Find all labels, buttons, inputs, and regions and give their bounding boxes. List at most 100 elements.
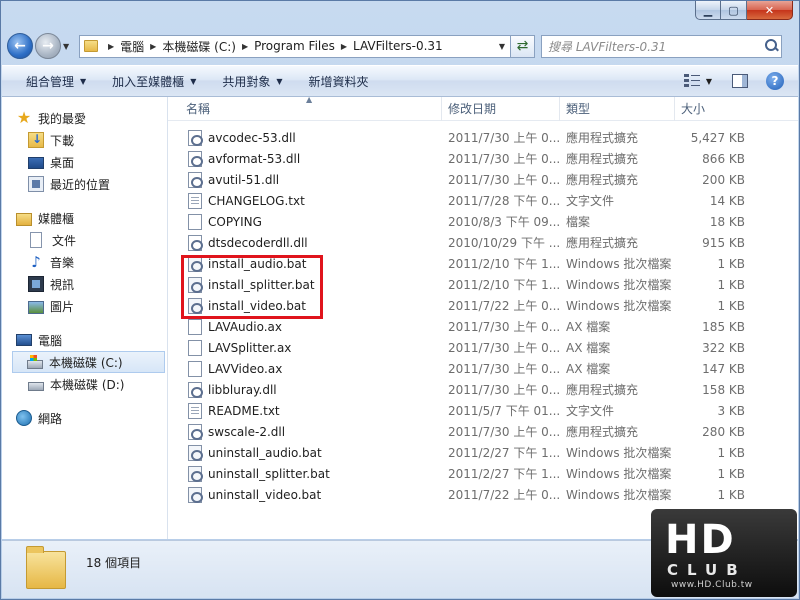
file-date: 2011/5/7 下午 01... xyxy=(448,404,560,418)
chevron-right-icon[interactable]: ▶ xyxy=(150,42,156,51)
close-button[interactable]: ✕ xyxy=(747,1,793,20)
share-with-button[interactable]: 共用對象 ▼ xyxy=(208,69,294,93)
file-row[interactable]: avcodec-53.dll 2011/7/30 上午 0... 應用程式擴充 5,4… xyxy=(168,127,798,148)
include-in-library-button[interactable]: 加入至媒體櫃 ▼ xyxy=(98,69,208,93)
back-button[interactable]: ← xyxy=(7,33,33,59)
file-row[interactable]: COPYING 2010/8/3 下午 09... 檔案 18 KB xyxy=(168,211,798,232)
file-row[interactable]: libbluray.dll 2011/7/30 上午 0... 應用程式擴充 158 … xyxy=(168,379,798,400)
file-row[interactable]: LAVSplitter.ax 2011/7/30 上午 0... AX 檔案 322 … xyxy=(168,337,798,358)
preview-pane-icon[interactable] xyxy=(732,74,748,88)
file-type: Windows 批次檔案 xyxy=(566,257,672,271)
nav-label: 視訊 xyxy=(50,277,75,292)
file-row[interactable]: uninstall_splitter.bat 2011/2/27 下午 1... W… xyxy=(168,463,798,484)
file-size: 18 KB xyxy=(709,214,745,229)
nav-item-desktop[interactable]: 桌面 xyxy=(2,151,167,173)
back-arrow-icon: ← xyxy=(14,38,26,54)
picture-icon xyxy=(28,300,44,314)
breadcrumb-drive-c[interactable]: 本機磁碟 (C:) xyxy=(162,38,236,55)
nav-label: 音樂 xyxy=(50,255,75,270)
column-header-date[interactable]: 修改日期 xyxy=(442,97,560,121)
file-row[interactable]: LAVAudio.ax 2011/7/30 上午 0... AX 檔案 185 KB xyxy=(168,316,798,337)
caption-buttons: ▁ ▢ ✕ xyxy=(695,1,793,21)
nav-label: 網路 xyxy=(38,411,63,426)
file-size: 280 KB xyxy=(702,424,745,439)
views-dropdown-icon[interactable]: ▼ xyxy=(706,77,712,86)
file-size: 147 KB xyxy=(702,361,745,376)
column-header-name[interactable]: ▲ 名稱 xyxy=(168,97,442,121)
hdclub-watermark: HD CLUB www.HD.Club.tw xyxy=(651,509,797,597)
nav-item-downloads[interactable]: 下載 xyxy=(2,129,167,151)
system-drive-icon xyxy=(27,355,43,369)
file-row[interactable]: avformat-53.dll 2011/7/30 上午 0... 應用程式擴充 86… xyxy=(168,148,798,169)
file-size: 1 KB xyxy=(717,298,745,313)
file-row[interactable]: avutil-51.dll 2011/7/30 上午 0... 應用程式擴充 200 … xyxy=(168,169,798,190)
nav-item-libraries[interactable]: 媒體櫃 xyxy=(2,207,167,229)
file-name: avutil-51.dll xyxy=(208,172,280,187)
address-dropdown-icon[interactable]: ▼ xyxy=(494,42,510,51)
nav-item-pictures[interactable]: 圖片 xyxy=(2,295,167,317)
chevron-right-icon[interactable]: ▶ xyxy=(108,42,114,51)
watermark-sub: CLUB xyxy=(667,561,747,579)
search-box[interactable]: 搜尋 LAVFilters-0.31 xyxy=(541,34,782,58)
file-row[interactable]: swscale-2.dll 2011/7/30 上午 0... 應用程式擴充 280 … xyxy=(168,421,798,442)
file-name: LAVVideo.ax xyxy=(208,361,283,376)
navigation-pane: ★ 我的最愛 下載 桌面 最近的位置 媒體櫃 文件 ♪ 音樂 視訊 圖片 電腦 本機… xyxy=(2,97,168,539)
generic-file-icon xyxy=(188,318,202,335)
nav-item-network[interactable]: 網路 xyxy=(2,407,167,429)
file-row[interactable]: LAVVideo.ax 2011/7/30 上午 0... AX 檔案 147 KB xyxy=(168,358,798,379)
nav-item-recent[interactable]: 最近的位置 xyxy=(2,173,167,195)
recent-pages-dropdown[interactable]: ▼ xyxy=(63,42,75,51)
folder-icon xyxy=(26,545,66,589)
nav-item-computer[interactable]: 電腦 xyxy=(2,329,167,351)
breadcrumb-lavfilters[interactable]: LAVFilters-0.31 xyxy=(353,39,443,53)
file-row[interactable]: CHANGELOG.txt 2011/7/28 下午 0... 文字文件 14 KB xyxy=(168,190,798,211)
file-date: 2011/2/27 下午 1... xyxy=(448,467,560,481)
maximize-button[interactable]: ▢ xyxy=(721,1,747,20)
chevron-right-icon[interactable]: ▶ xyxy=(341,42,347,51)
nav-item-drive-c[interactable]: 本機磁碟 (C:) xyxy=(12,351,165,373)
file-date: 2011/7/30 上午 0... xyxy=(448,152,560,166)
file-name: dtsdecoderdll.dll xyxy=(208,235,308,250)
computer-group: 電腦 本機磁碟 (C:) 本機磁碟 (D:) xyxy=(2,329,167,395)
nav-label: 媒體櫃 xyxy=(38,211,75,226)
column-header-type[interactable]: 類型 xyxy=(560,97,675,121)
refresh-button[interactable]: ⇄ xyxy=(511,34,535,58)
file-size: 5,427 KB xyxy=(690,130,745,145)
help-icon[interactable]: ? xyxy=(766,72,784,90)
file-size: 1 KB xyxy=(717,445,745,460)
dll-file-icon xyxy=(188,423,203,440)
minimize-button[interactable]: ▁ xyxy=(695,1,721,20)
folder-icon xyxy=(84,40,98,52)
nav-item-documents[interactable]: 文件 xyxy=(2,229,167,251)
search-input[interactable]: 搜尋 LAVFilters-0.31 xyxy=(548,38,763,55)
chevron-right-icon[interactable]: ▶ xyxy=(242,42,248,51)
recent-places-icon xyxy=(28,176,44,192)
file-size: 3 KB xyxy=(717,403,745,418)
organize-button[interactable]: 組合管理 ▼ xyxy=(12,69,98,93)
file-row[interactable]: uninstall_audio.bat 2011/2/27 下午 1... Wind… xyxy=(168,442,798,463)
new-folder-button[interactable]: 新增資料夾 xyxy=(295,69,381,93)
nav-item-favorites[interactable]: ★ 我的最愛 xyxy=(2,107,167,129)
file-type: Windows 批次檔案 xyxy=(566,446,672,460)
file-row[interactable]: dtsdecoderdll.dll 2010/10/29 下午 ... 應用程式擴充… xyxy=(168,232,798,253)
refresh-icon: ⇄ xyxy=(516,38,529,54)
nav-item-music[interactable]: ♪ 音樂 xyxy=(2,251,167,273)
file-row[interactable]: README.txt 2011/5/7 下午 01... 文字文件 3 KB xyxy=(168,400,798,421)
forward-button[interactable]: → xyxy=(35,33,61,59)
nav-item-videos[interactable]: 視訊 xyxy=(2,273,167,295)
file-row[interactable]: uninstall_video.bat 2011/7/22 上午 0... Wind… xyxy=(168,484,798,505)
file-name: avformat-53.dll xyxy=(208,151,301,166)
file-type: 應用程式擴充 xyxy=(566,173,639,187)
breadcrumb-program-files[interactable]: Program Files xyxy=(254,39,335,53)
nav-item-drive-d[interactable]: 本機磁碟 (D:) xyxy=(2,373,167,395)
address-bar[interactable]: ▶ 電腦 ▶ 本機磁碟 (C:) ▶ Program Files ▶ LAVFi… xyxy=(79,34,511,58)
nav-label: 下載 xyxy=(50,133,75,148)
details-view-icon[interactable] xyxy=(683,74,700,88)
file-name: LAVAudio.ax xyxy=(208,319,283,334)
search-icon[interactable] xyxy=(763,37,781,55)
column-header-size[interactable]: 大小 xyxy=(675,97,755,121)
breadcrumb-computer[interactable]: 電腦 xyxy=(120,38,144,55)
file-date: 2011/7/22 上午 0... xyxy=(448,299,560,313)
file-size: 200 KB xyxy=(702,172,745,187)
file-name-cell: avutil-51.dll xyxy=(168,171,442,188)
